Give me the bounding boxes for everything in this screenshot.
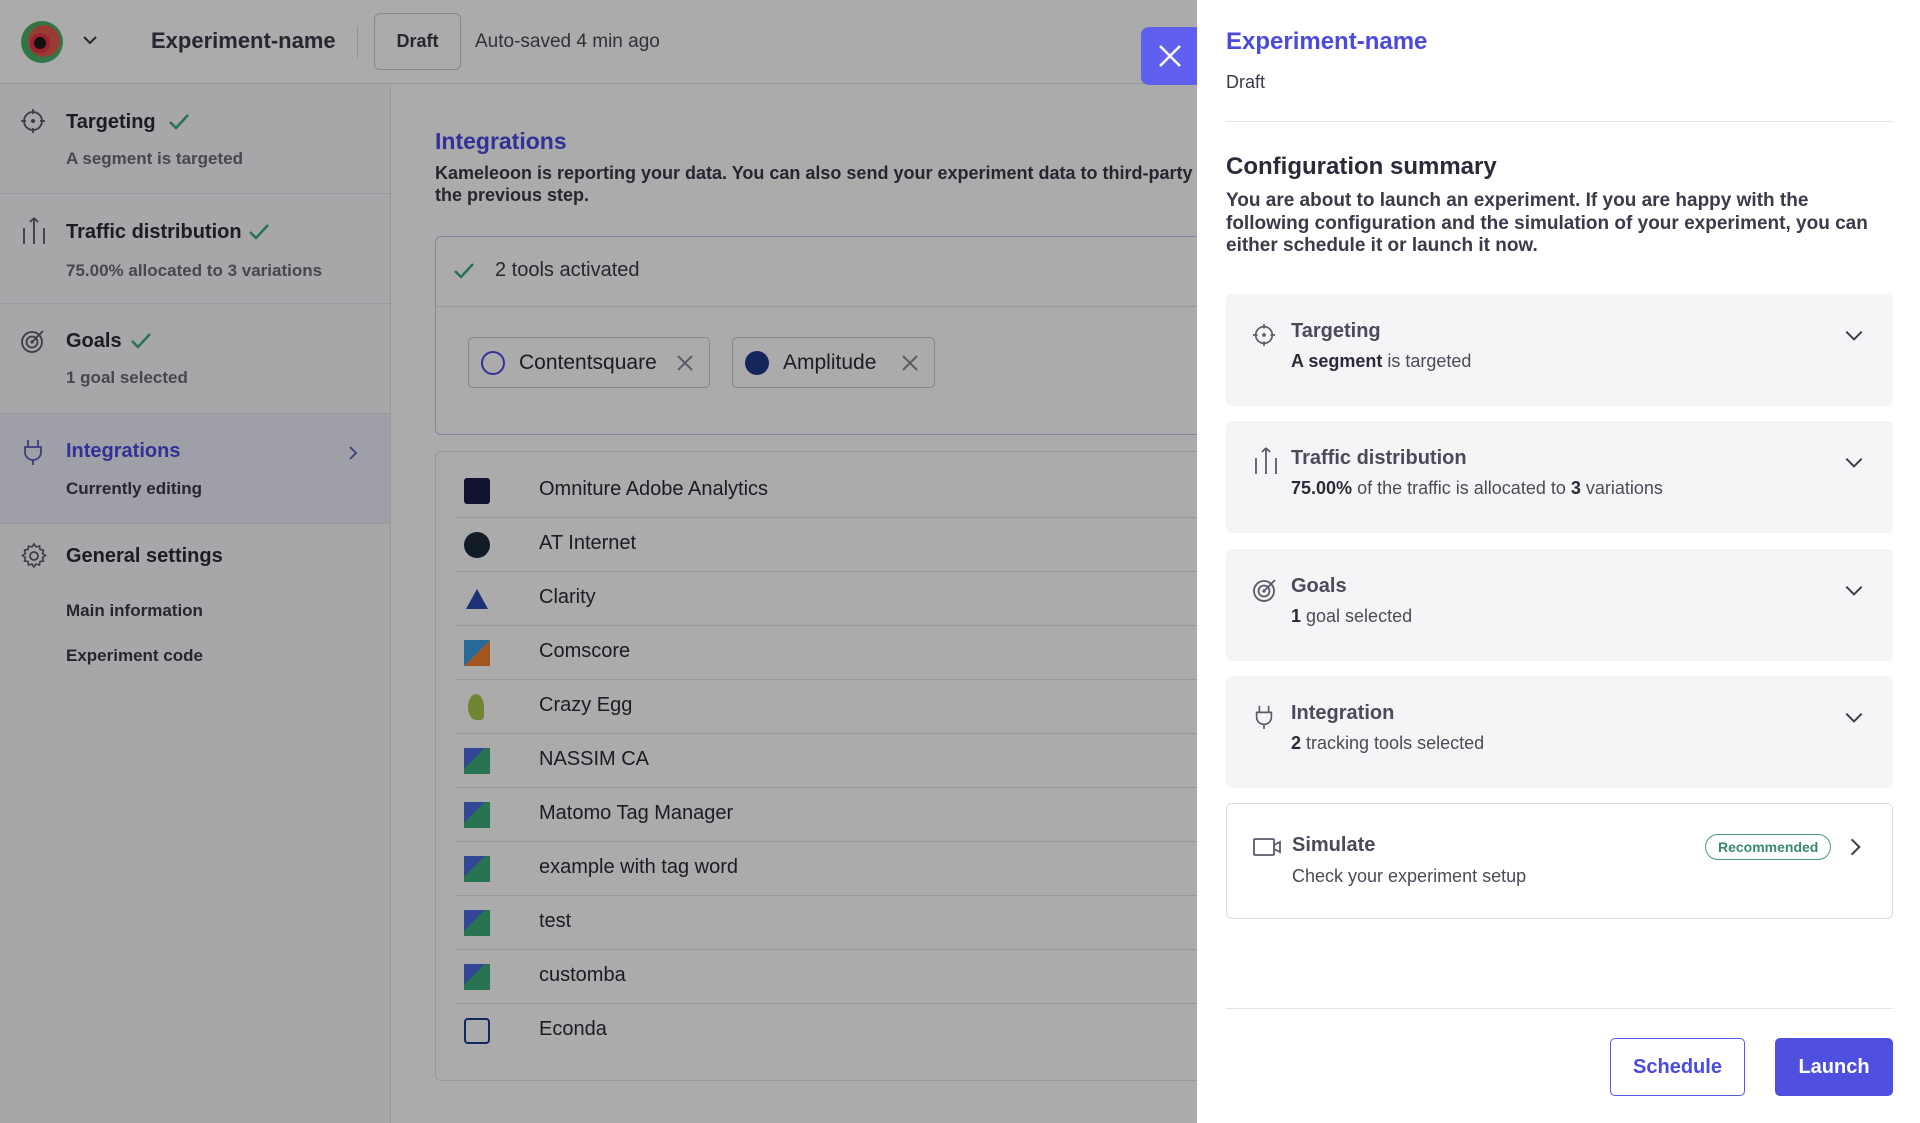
schedule-button[interactable]: Schedule [1610, 1038, 1745, 1096]
divider [1226, 1008, 1893, 1009]
chevron-down-icon [1845, 712, 1863, 723]
chevron-down-icon [1845, 330, 1863, 341]
drawer-status: Draft [1226, 72, 1266, 92]
summary-card-targeting[interactable]: Targeting A segment is targeted [1226, 294, 1893, 406]
close-icon [1159, 45, 1181, 67]
simulation-icon [1253, 838, 1281, 856]
drawer-title: Experiment-name [1226, 28, 1428, 55]
launch-drawer: Experiment-name Draft Configuration summ… [1197, 0, 1920, 1123]
section-title: Configuration summary [1226, 153, 1497, 180]
traffic-split-icon [1255, 447, 1277, 474]
recommended-badge: Recommended [1705, 834, 1832, 860]
card-title: Targeting [1291, 320, 1381, 342]
card-description: 75.00% of the traffic is allocated to 3 … [1291, 478, 1663, 498]
crosshair-icon [1252, 323, 1276, 347]
close-drawer-button[interactable] [1141, 27, 1199, 85]
simulate-card[interactable]: Simulate Check your experiment setup Rec… [1226, 803, 1893, 919]
chevron-right-icon [1850, 838, 1861, 856]
chevron-down-icon [1845, 457, 1863, 468]
summary-card-traffic[interactable]: Traffic distribution 75.00% of the traff… [1226, 421, 1893, 533]
target-icon [1253, 579, 1276, 602]
card-title: Simulate [1292, 834, 1376, 856]
card-title: Integration [1291, 702, 1395, 724]
divider [1226, 121, 1893, 122]
card-description: Check your experiment setup [1292, 866, 1527, 886]
card-title: Goals [1291, 575, 1347, 597]
card-title: Traffic distribution [1291, 447, 1467, 469]
summary-card-goals[interactable]: Goals 1 goal selected [1226, 549, 1893, 661]
card-description: 2 tracking tools selected [1291, 733, 1485, 753]
card-description: A segment is targeted [1291, 351, 1472, 371]
card-description: 1 goal selected [1291, 606, 1413, 626]
summary-card-integration[interactable]: Integration 2 tracking tools selected [1226, 676, 1893, 788]
launch-button[interactable]: Launch [1775, 1038, 1893, 1096]
plug-icon [1255, 705, 1273, 729]
section-intro: You are about to launch an experiment. I… [1226, 190, 1868, 256]
chevron-down-icon [1845, 585, 1863, 596]
